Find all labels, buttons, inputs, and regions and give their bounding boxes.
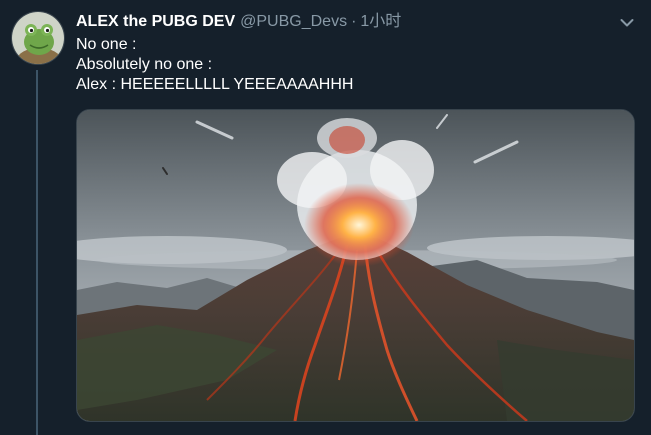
- thread-line: [36, 70, 38, 435]
- separator-dot: ·: [351, 13, 357, 30]
- chevron-down-icon: [620, 19, 634, 27]
- tweet-text-line: Alex : HEEEEELLLLL YEEEAAAAHHH: [76, 76, 354, 93]
- timestamp[interactable]: 1小时: [360, 11, 401, 33]
- tweet-media[interactable]: [76, 109, 635, 422]
- user-handle[interactable]: @PUBG_Devs: [240, 11, 347, 33]
- tweet-header: ALEX the PUBG DEV @PUBG_Devs · 1小时: [76, 11, 401, 33]
- tweet-menu-button[interactable]: [618, 14, 636, 32]
- display-name[interactable]: ALEX the PUBG DEV: [76, 11, 235, 33]
- tweet-text: No one : Absolutely no one : Alex : HEEE…: [76, 35, 616, 95]
- tweet-text-line: Absolutely no one :: [76, 56, 213, 73]
- erupting-volcano-image: [77, 110, 634, 421]
- tweet-text-line: No one :: [76, 36, 137, 53]
- tweet: ALEX the PUBG DEV @PUBG_Devs · 1小时 No on…: [0, 0, 651, 435]
- avatar[interactable]: [11, 11, 65, 65]
- frog-avatar-icon: [12, 12, 64, 64]
